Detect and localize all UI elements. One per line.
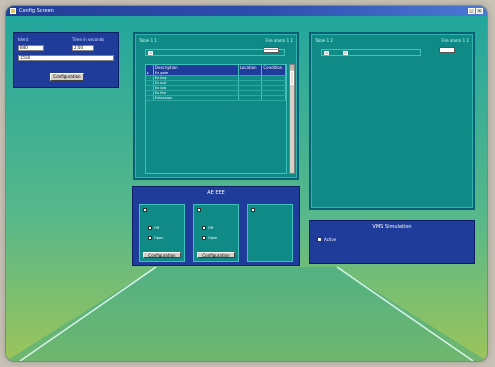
table-scrollbar[interactable] bbox=[289, 64, 295, 174]
card-toggle[interactable] bbox=[251, 208, 255, 212]
row-marker bbox=[146, 76, 154, 80]
row-condition bbox=[262, 86, 286, 90]
row-location bbox=[239, 86, 263, 90]
row-location bbox=[239, 76, 263, 80]
row-description: Ex low bbox=[154, 86, 239, 90]
list-header: Table 1 1 Fire alarm 1 1 bbox=[139, 38, 293, 44]
option-open[interactable]: Open bbox=[148, 235, 174, 240]
code-input[interactable]: 1550 bbox=[18, 55, 114, 61]
right-header: Table 1 2 Fire alarm 1 2 bbox=[315, 38, 469, 44]
checkbox-icon[interactable] bbox=[317, 237, 322, 242]
option-off[interactable]: Off bbox=[148, 225, 174, 230]
right-header-left: Table 1 2 bbox=[315, 38, 333, 43]
ident-label: Ident bbox=[18, 37, 29, 42]
row-marker bbox=[146, 81, 154, 85]
option-off[interactable]: Off bbox=[202, 225, 228, 230]
row-location bbox=[239, 81, 263, 85]
row-location bbox=[239, 96, 263, 100]
row-location bbox=[239, 71, 263, 75]
card-configuration-button[interactable]: Configuration bbox=[197, 252, 235, 258]
row-description: Ex fire bbox=[154, 91, 239, 95]
right-panel: Table 1 2 Fire alarm 1 2 bbox=[309, 32, 475, 210]
mode-card: Off Open Configuration bbox=[139, 204, 185, 262]
alarm-table: Description Location Condition ▸ Ex gate… bbox=[145, 64, 287, 174]
option-label: Off bbox=[208, 225, 214, 230]
row-condition bbox=[262, 91, 286, 95]
checkbox-icon[interactable] bbox=[148, 235, 152, 240]
row-condition bbox=[262, 96, 286, 100]
card-configuration-button[interactable]: Configuration bbox=[143, 252, 181, 258]
option-label: Open bbox=[154, 235, 164, 240]
option-label: Off bbox=[154, 225, 160, 230]
right-header-right: Fire alarm 1 2 bbox=[441, 38, 469, 43]
active-label: Active bbox=[324, 237, 337, 242]
ident-input[interactable]: B40 bbox=[18, 45, 44, 51]
option-open[interactable]: Open bbox=[202, 235, 228, 240]
app-window: Config Screen _ × Ident Time in seconds … bbox=[6, 6, 487, 361]
scroll-up-icon[interactable] bbox=[290, 65, 294, 70]
card-toggle[interactable] bbox=[143, 208, 147, 212]
scroll-thumb[interactable] bbox=[290, 71, 294, 85]
mode-panel: AE EEE Off Open Configuration Off Open C… bbox=[132, 186, 300, 266]
app-icon bbox=[10, 8, 16, 14]
row-condition bbox=[262, 71, 286, 75]
card-toggle[interactable] bbox=[197, 208, 201, 212]
list-panel: Table 1 1 Fire alarm 1 1 Description Loc… bbox=[133, 32, 299, 180]
row-condition bbox=[262, 76, 286, 80]
list-header-right: Fire alarm 1 1 bbox=[265, 38, 293, 43]
mode-panel-title: AE EEE bbox=[207, 190, 225, 196]
minimize-button[interactable]: _ bbox=[468, 8, 475, 14]
row-marker bbox=[146, 96, 154, 100]
option-label: Open bbox=[208, 235, 218, 240]
row-location bbox=[239, 91, 263, 95]
row-description: Extension bbox=[154, 96, 239, 100]
window-title: Config Screen bbox=[19, 8, 54, 14]
row-condition bbox=[262, 81, 286, 85]
time-input[interactable]: 2:00 bbox=[72, 45, 94, 51]
close-button[interactable]: × bbox=[476, 8, 483, 14]
filter-icon[interactable] bbox=[148, 50, 153, 55]
window-controls: _ × bbox=[468, 8, 483, 14]
row-description: Ex gate bbox=[154, 71, 239, 75]
title-bar: Config Screen _ × bbox=[6, 6, 487, 16]
row-marker: ▸ bbox=[146, 71, 154, 75]
checkbox-icon[interactable] bbox=[202, 225, 206, 230]
status-panel: VMS Simulation Active bbox=[309, 220, 475, 264]
row-description: Ex bay bbox=[154, 76, 239, 80]
mode-card bbox=[247, 204, 293, 262]
checkbox-icon[interactable] bbox=[202, 235, 206, 240]
table-row[interactable]: Extension bbox=[146, 96, 286, 101]
status-panel-title: VMS Simulation bbox=[372, 224, 412, 230]
filter-icon[interactable] bbox=[343, 50, 348, 55]
row-marker bbox=[146, 91, 154, 95]
time-label: Time in seconds bbox=[72, 37, 105, 42]
mode-card: Off Open Configuration bbox=[193, 204, 239, 262]
row-marker bbox=[146, 86, 154, 90]
active-option[interactable]: Active bbox=[317, 237, 336, 242]
right-filter-row bbox=[321, 49, 421, 56]
configuration-button[interactable]: Configuration bbox=[50, 73, 84, 81]
form-panel: Ident Time in seconds B40 2:00 1550 Conf… bbox=[13, 32, 119, 88]
row-description: Ex out bbox=[154, 81, 239, 85]
right-select[interactable] bbox=[439, 47, 455, 53]
checkbox-icon[interactable] bbox=[148, 225, 152, 230]
list-header-left: Table 1 1 bbox=[139, 38, 157, 43]
filter-icon[interactable] bbox=[324, 50, 329, 55]
list-filter-row bbox=[145, 49, 285, 56]
